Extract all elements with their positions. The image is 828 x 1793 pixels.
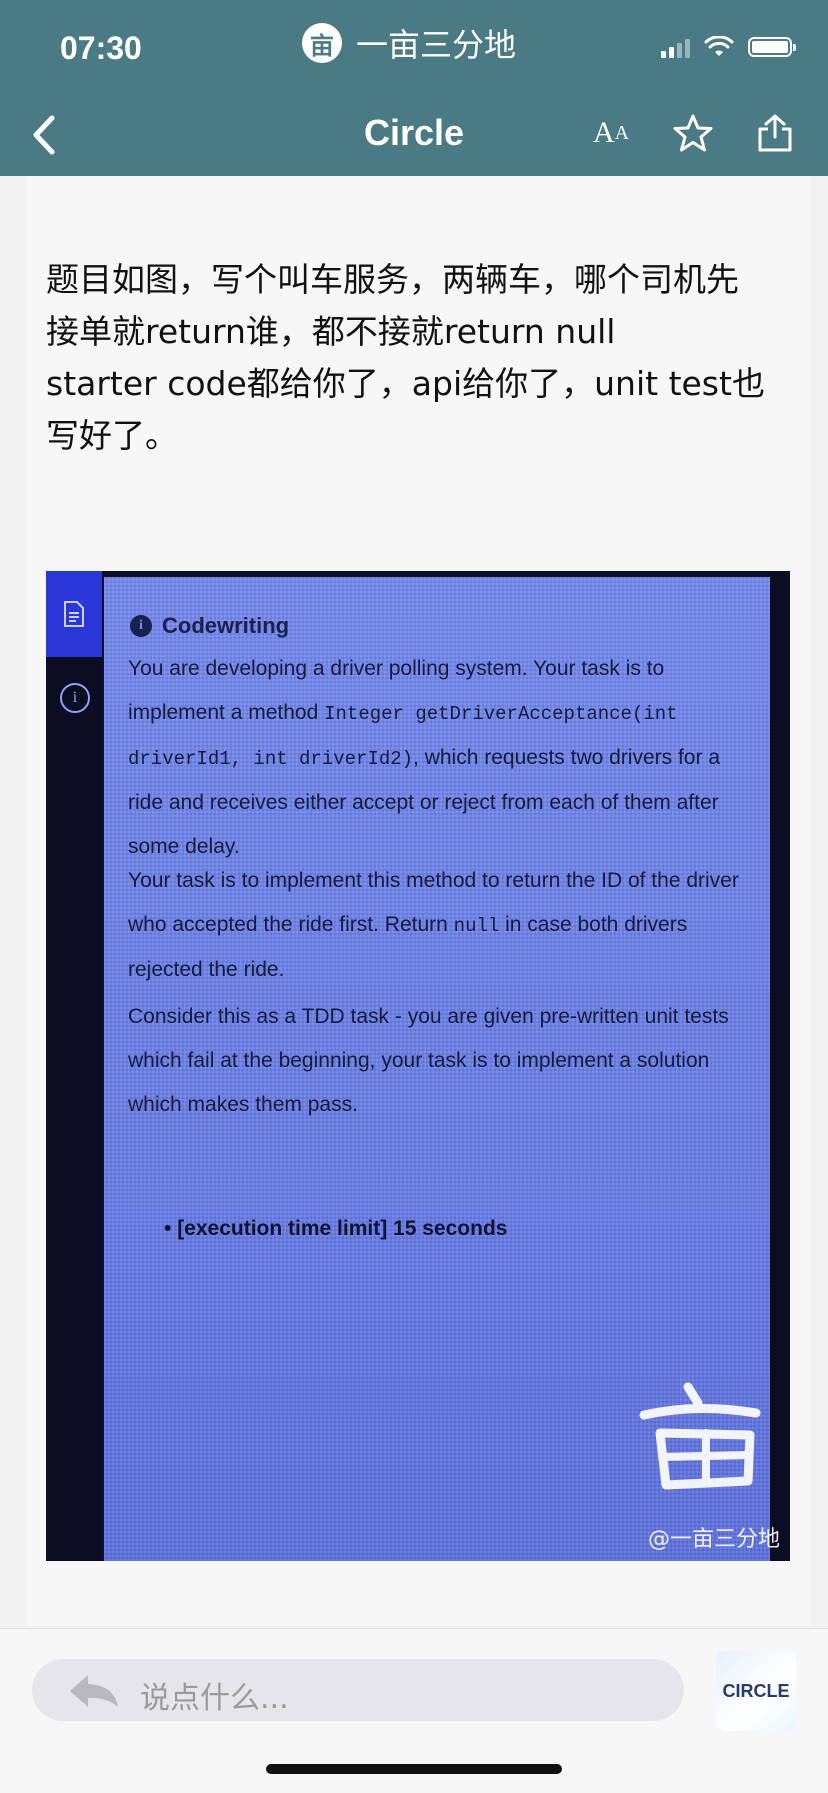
battery-icon xyxy=(748,37,796,57)
post-image[interactable]: i i Codewriting You are developing a dri… xyxy=(46,571,790,1561)
back-chevron-icon[interactable] xyxy=(30,114,60,156)
task-paragraph-1: You are developing a driver polling syst… xyxy=(128,647,748,869)
wifi-icon xyxy=(704,36,734,56)
reply-icon xyxy=(70,1675,118,1707)
top-bar: 07:30 亩 一亩三分地 Circle AA xyxy=(0,0,828,176)
status-indicators xyxy=(661,36,796,58)
photo-edge xyxy=(770,571,790,1561)
cellular-signal-icon xyxy=(661,36,690,58)
codewriting-title: Codewriting xyxy=(162,613,290,638)
info-icon: i xyxy=(60,683,90,713)
circle-badge[interactable]: CIRCLE xyxy=(716,1651,796,1731)
document-icon xyxy=(46,571,102,657)
watermark-text: @一亩三分地 xyxy=(647,1527,780,1552)
star-icon[interactable] xyxy=(670,110,716,156)
watermark-logo-icon xyxy=(636,1377,766,1501)
execution-limit-bullet: • [execution time limit] 15 seconds xyxy=(164,1217,508,1240)
photo-sidebar: i xyxy=(46,571,102,1561)
post-text: 题目如图，写个叫车服务，两辆车，哪个司机先 接单就return谁，都不接就ret… xyxy=(46,260,765,455)
home-indicator xyxy=(266,1764,562,1774)
circle-badge-label: CIRCLE xyxy=(722,1680,790,1701)
share-icon[interactable] xyxy=(752,110,798,156)
comment-placeholder: 说点什么... xyxy=(140,1681,289,1716)
status-app-name: 一亩三分地 xyxy=(356,26,517,64)
task-paragraph-3: Consider this as a TDD task - you are gi… xyxy=(128,1005,729,1116)
font-size-label-small: A xyxy=(614,121,630,144)
comment-input[interactable]: 说点什么... xyxy=(32,1659,684,1721)
execution-limit-text: [execution time limit] 15 seconds xyxy=(177,1217,508,1240)
codewriting-header: i Codewriting xyxy=(130,613,289,639)
status-time: 07:30 xyxy=(60,30,142,66)
status-app-title: 亩 一亩三分地 xyxy=(302,20,516,66)
null-code: null xyxy=(453,915,500,937)
font-size-label: A xyxy=(592,116,615,149)
font-size-icon[interactable]: AA xyxy=(588,110,634,156)
codewriting-info-icon: i xyxy=(130,615,152,637)
app-logo-icon: 亩 xyxy=(302,23,342,63)
nav-actions: AA xyxy=(588,110,798,156)
task-paragraph-2: Your task is to implement this method to… xyxy=(128,859,748,992)
